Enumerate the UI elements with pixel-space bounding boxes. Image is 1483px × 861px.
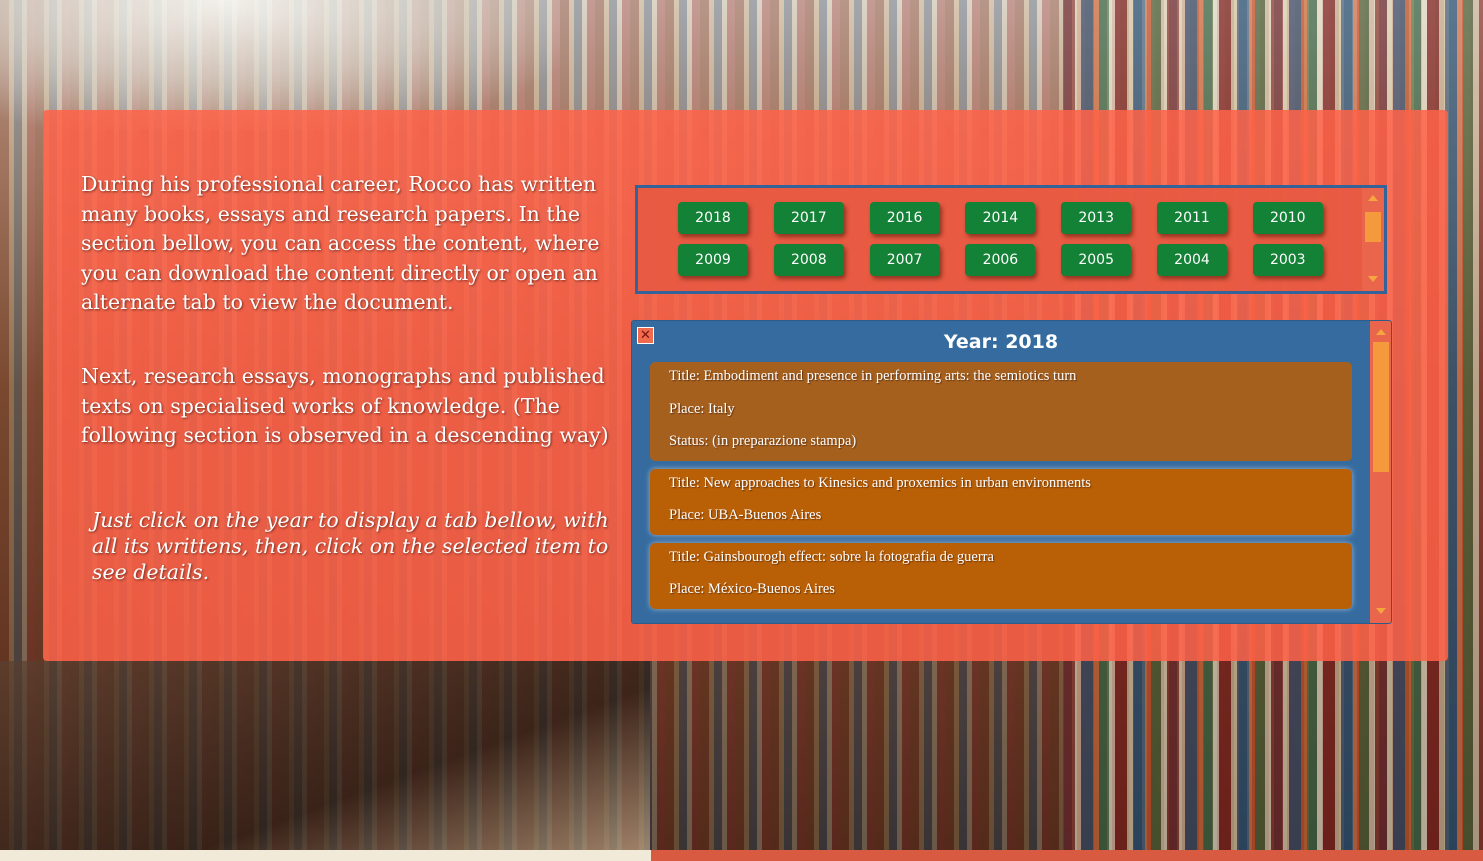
publication-list: Title: Embodiment and presence in perfor…	[650, 362, 1352, 617]
publication-item[interactable]: Title: Embodiment and presence in perfor…	[650, 362, 1352, 461]
publication-place: Place: México-Buenos Aires	[669, 581, 835, 597]
year-button-2010[interactable]: 2010	[1252, 202, 1323, 234]
publication-title: Title: Embodiment and presence in perfor…	[669, 368, 1077, 384]
footer-strip-right	[651, 850, 1483, 861]
publication-item[interactable]: Title: Gainsbourogh effect: sobre la fot…	[650, 542, 1352, 609]
year-button-2017[interactable]: 2017	[773, 202, 844, 234]
details-scrollbar[interactable]	[1370, 321, 1391, 623]
year-button-2011[interactable]: 2011	[1156, 202, 1227, 234]
details-year-title: Year: 2018	[943, 331, 1059, 353]
year-button-2004[interactable]: 2004	[1156, 244, 1227, 276]
intro-paragraph: During his professional career, Rocco ha…	[81, 172, 600, 314]
year-button-grid: 2018 2017 2016 2014 2013 2011 2010 2009 2008 2007…	[678, 202, 1358, 276]
scroll-down-arrow-icon[interactable]	[1368, 276, 1378, 282]
year-button-2003[interactable]: 2003	[1252, 244, 1323, 276]
publication-place: Place: Italy	[669, 400, 735, 417]
year-selector-scrollbar[interactable]	[1362, 188, 1384, 291]
scroll-up-arrow-icon[interactable]	[1376, 329, 1386, 335]
publication-title: Title: Gainsbourogh effect: sobre la fot…	[669, 548, 994, 565]
usage-hint: Just click on the year to display a tab …	[92, 508, 609, 584]
publication-item[interactable]: Title: New approaches to Kinesics and pr…	[650, 468, 1352, 535]
year-button-2009[interactable]: 2009	[678, 244, 748, 276]
year-button-2006[interactable]: 2006	[965, 244, 1036, 276]
year-button-2016[interactable]: 2016	[869, 202, 940, 234]
year-button-2018[interactable]: 2018	[678, 202, 748, 234]
scroll-up-arrow-icon[interactable]	[1368, 195, 1378, 201]
scrollbar-thumb[interactable]	[1365, 212, 1381, 242]
year-button-2005[interactable]: 2005	[1061, 244, 1132, 276]
year-button-2008[interactable]: 2008	[773, 244, 844, 276]
year-button-2013[interactable]: 2013	[1061, 202, 1132, 234]
footer-strip-left	[0, 850, 651, 861]
year-details-panel: ✕ Year: 2018 Title: Embodiment and prese…	[631, 320, 1392, 624]
publication-place: Place: UBA-Buenos Aires	[669, 507, 822, 523]
background-floor	[0, 661, 650, 861]
year-button-2007[interactable]: 2007	[869, 244, 940, 276]
intro-paragraph-research: Next, research essays, monographs and pu…	[81, 364, 609, 447]
year-selector: 2018 2017 2016 2014 2013 2011 2010 2009 2008 2007…	[635, 185, 1387, 294]
scroll-down-arrow-icon[interactable]	[1376, 608, 1386, 614]
publication-title: Title: New approaches to Kinesics and pr…	[669, 474, 1091, 491]
publications-panel: During his professional career, Rocco ha…	[43, 110, 1448, 661]
scrollbar-thumb[interactable]	[1373, 342, 1389, 472]
publication-status: Status: (in preparazione stampa)	[669, 433, 857, 449]
year-button-2014[interactable]: 2014	[965, 202, 1036, 234]
